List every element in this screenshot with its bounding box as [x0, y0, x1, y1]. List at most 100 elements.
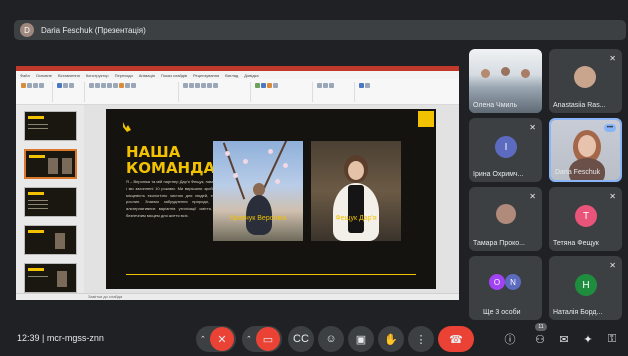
- cut-icon[interactable]: [27, 82, 32, 88]
- slide-editor: НАША КОМАНДА Я – Вероніка та мій партнер…: [84, 105, 459, 293]
- slide-thumbnail[interactable]: [24, 187, 77, 217]
- layout-icon[interactable]: [63, 82, 68, 88]
- ribbon-tab[interactable]: Переходи: [115, 73, 133, 78]
- ribbon-tab[interactable]: Конструктор: [86, 73, 109, 78]
- ribbon-tab[interactable]: Файл: [20, 73, 30, 78]
- chevron-up-icon[interactable]: ⌃: [200, 335, 206, 343]
- slide-thumbnail[interactable]: [24, 225, 77, 255]
- find-icon[interactable]: [317, 82, 322, 88]
- thumb-image: [55, 233, 65, 249]
- chat-icon[interactable]: ✉: [556, 331, 572, 347]
- bold-icon[interactable]: [89, 82, 94, 88]
- bullets-icon[interactable]: [183, 82, 188, 88]
- numbering-icon[interactable]: [189, 82, 194, 88]
- current-slide[interactable]: НАША КОМАНДА Я – Вероніка та мій партнер…: [106, 109, 436, 289]
- quick-styles-icon[interactable]: [267, 82, 272, 88]
- fill-icon[interactable]: [273, 82, 278, 88]
- paste-icon[interactable]: [21, 82, 26, 88]
- align-left-icon[interactable]: [195, 82, 200, 88]
- ribbon-tab[interactable]: Анімація: [139, 73, 155, 78]
- new-slide-icon[interactable]: [57, 82, 62, 88]
- align-right-icon[interactable]: [207, 82, 212, 88]
- more-participants-tile[interactable]: O N Ще 3 особи: [469, 256, 542, 320]
- slide-thumbnail[interactable]: [24, 263, 77, 293]
- notes-placeholder[interactable]: Замітки до слайда: [88, 294, 122, 299]
- ribbon-group-editing: [315, 81, 355, 102]
- select-icon[interactable]: [329, 82, 334, 88]
- slide-divider: [126, 274, 416, 275]
- ribbon-tab[interactable]: Рецензування: [193, 73, 219, 78]
- underline-icon[interactable]: [101, 82, 106, 88]
- participant-tile-active[interactable]: ••• Daria Feschuk: [549, 118, 622, 182]
- participant-tile[interactable]: Олена Чмиль: [469, 49, 542, 113]
- ribbon-tab[interactable]: Вигляд: [225, 73, 238, 78]
- slide-thumbnail-active[interactable]: [24, 149, 77, 179]
- strike-icon[interactable]: [107, 82, 112, 88]
- mic-off-icon: ✕: [609, 261, 616, 270]
- host-controls-icon[interactable]: ⚿: [604, 331, 620, 347]
- copy-icon[interactable]: [33, 82, 38, 88]
- meeting-details-icon[interactable]: ⓘ: [502, 331, 518, 347]
- mic-off-button[interactable]: ✕: [210, 327, 234, 351]
- italic-icon[interactable]: [95, 82, 100, 88]
- photo-veronika: [213, 141, 303, 241]
- participant-tile[interactable]: ✕ Н Наталія Борд...: [549, 256, 622, 320]
- ribbon-group-font: [87, 81, 179, 102]
- captions-button[interactable]: CC: [288, 326, 314, 352]
- raise-hand-button[interactable]: ✋: [378, 326, 404, 352]
- justify-icon[interactable]: [213, 82, 218, 88]
- ribbon-tab[interactable]: Довідка: [244, 73, 258, 78]
- thumb-text-line: [28, 200, 48, 201]
- more-options-icon[interactable]: •••: [604, 124, 616, 132]
- ribbon-group-slides: [55, 81, 85, 102]
- slide-thumbnail[interactable]: [24, 111, 77, 141]
- presentation-bar: D Daria Feschuk (Презентація): [14, 20, 626, 40]
- participant-avatar: Т: [575, 205, 597, 227]
- camera-control[interactable]: ⌃ ▭: [242, 326, 282, 352]
- align-center-icon[interactable]: [201, 82, 206, 88]
- photo-daria: [311, 141, 401, 241]
- shapes-icon[interactable]: [255, 82, 260, 88]
- present-button[interactable]: ▣: [348, 326, 374, 352]
- blossom: [233, 173, 238, 178]
- blossom: [268, 149, 273, 154]
- format-painter-icon[interactable]: [39, 82, 44, 88]
- participant-avatar: N: [505, 274, 521, 290]
- font-color-icon[interactable]: [119, 82, 124, 88]
- dictate-icon[interactable]: [359, 82, 364, 88]
- thumb-title-bar: [28, 192, 44, 195]
- mic-control[interactable]: ⌃ ✕: [196, 326, 236, 352]
- reset-icon[interactable]: [69, 82, 74, 88]
- emoji-button[interactable]: ☺: [318, 326, 344, 352]
- designer-icon[interactable]: [365, 82, 370, 88]
- person-face: [578, 135, 596, 157]
- arrange-icon[interactable]: [261, 82, 266, 88]
- person-head: [521, 69, 530, 78]
- ribbon-tab[interactable]: Вставлення: [58, 73, 80, 78]
- blossom: [275, 179, 280, 184]
- replace-icon[interactable]: [323, 82, 328, 88]
- participant-avatar: O: [489, 274, 505, 290]
- font-size-icon[interactable]: [125, 82, 130, 88]
- clear-format-icon[interactable]: [131, 82, 136, 88]
- thumb-text-line: [28, 204, 48, 205]
- participant-tile[interactable]: ✕ Тамара Проко...: [469, 187, 542, 251]
- thumb-text-line: [28, 128, 48, 129]
- participant-tile[interactable]: ✕ Т Тетяна Фещук: [549, 187, 622, 251]
- chevron-up-icon[interactable]: ⌃: [246, 335, 252, 343]
- participant-tile[interactable]: ✕ І Ірина Охримч...: [469, 118, 542, 182]
- ribbon-tab[interactable]: Основне: [36, 73, 52, 78]
- activities-icon[interactable]: ✦: [580, 331, 596, 347]
- meeting-info: 12:39 | mcr-mgss-znn: [17, 333, 104, 343]
- mic-off-icon: ✕: [529, 192, 536, 201]
- shadow-icon[interactable]: [113, 82, 118, 88]
- people-icon[interactable]: ⚇: [532, 331, 548, 347]
- blossom: [225, 151, 230, 156]
- leave-call-button[interactable]: ☎: [438, 326, 474, 352]
- powerpoint-statusbar: Замітки до слайда: [16, 293, 459, 300]
- participant-tile[interactable]: ✕ Anastasiia Ras...: [549, 49, 622, 113]
- shared-screen: Файл Основне Вставлення Конструктор Пере…: [16, 66, 459, 300]
- camera-off-button[interactable]: ▭: [256, 327, 280, 351]
- more-options-button[interactable]: ⋮: [408, 326, 434, 352]
- ribbon-tab[interactable]: Показ слайдів: [161, 73, 187, 78]
